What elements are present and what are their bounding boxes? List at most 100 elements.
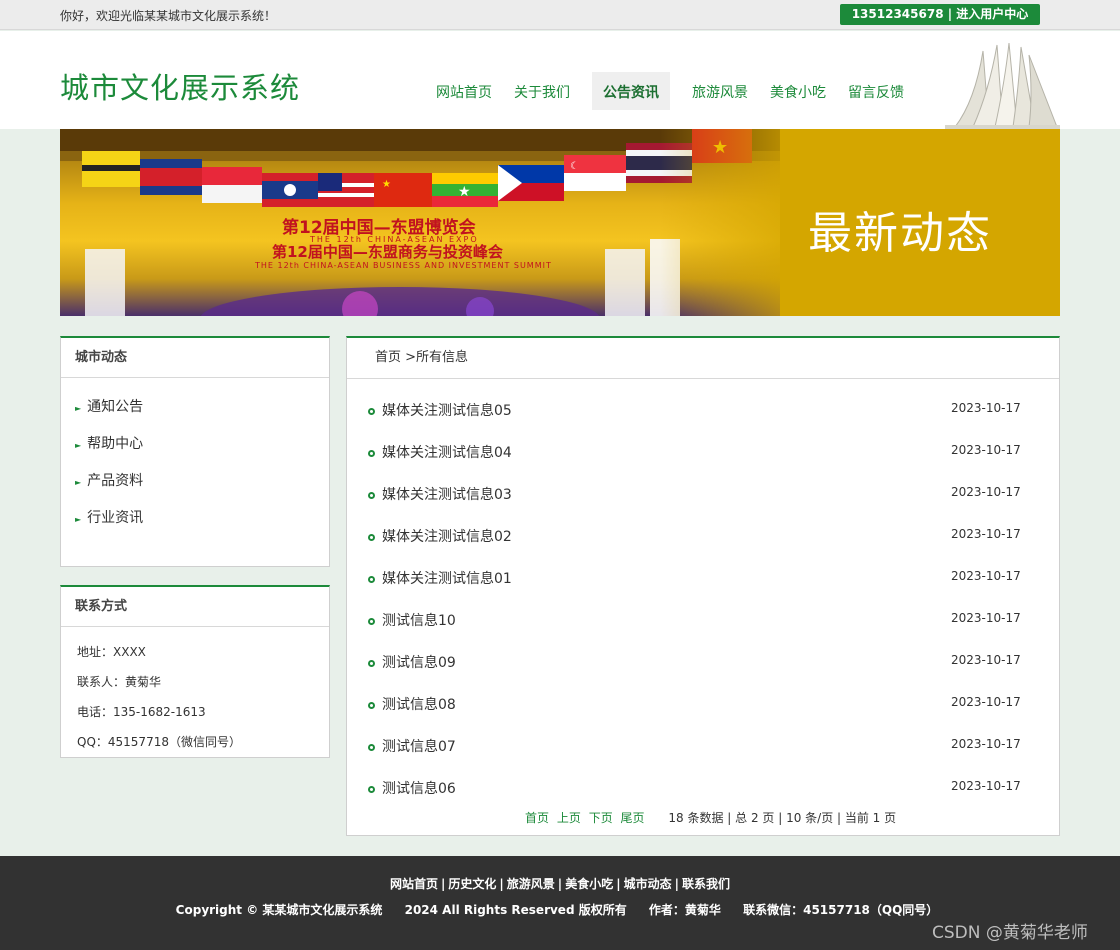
nav-home[interactable]: 网站首页 [425, 72, 503, 110]
pager-info: 18 条数据 | 总 2 页 | 10 条/页 | 当前 1 页 [668, 811, 897, 825]
sidebar-item-notices[interactable]: ► 通知公告 [75, 394, 329, 431]
contact-list: 地址：XXXX 联系人：黄菊华 电话：135-1682-1613 QQ：4515… [61, 627, 329, 761]
contact-address: 地址：XXXX [77, 645, 146, 659]
footer-link-history[interactable]: 历史文化 [448, 877, 496, 891]
sidebar-item-label: 帮助中心 [87, 436, 144, 452]
contact-phone: 电话：135-1682-1613 [77, 705, 206, 719]
footer-link-dynamics[interactable]: 城市动态 [624, 877, 672, 891]
svg-text:★: ★ [458, 184, 471, 200]
bullet-icon [368, 786, 375, 793]
news-date: 2023-10-17 [951, 695, 1021, 709]
contact-panel: 联系方式 地址：XXXX 联系人：黄菊华 电话：135-1682-1613 QQ… [60, 585, 330, 758]
breadcrumb: 首页 >所有信息 [347, 338, 1059, 379]
user-center-button[interactable]: 13512345678 | 进入用户中心 [840, 4, 1040, 25]
pagination: 首页 上页 下页 尾页 18 条数据 | 总 2 页 | 10 条/页 | 当前… [525, 809, 896, 826]
news-item[interactable]: 媒体关注测试信息03 2023-10-17 [367, 484, 1027, 526]
contact-qq: QQ：45157718（微信同号） [77, 735, 241, 749]
arrow-icon: ► [75, 404, 82, 413]
site-footer: 网站首页 | 历史文化 | 旅游风景 | 美食小吃 | 城市动态 | 联系我们 Copyright … [0, 856, 1120, 950]
sidebar-item-products[interactable]: ► 产品资料 [75, 468, 329, 505]
dynamics-title: 城市动态 [61, 338, 329, 378]
sidebar-item-help[interactable]: ► 帮助中心 [75, 431, 329, 468]
bullet-icon [368, 618, 375, 625]
news-title[interactable]: 媒体关注测试信息04 [382, 442, 512, 462]
news-date: 2023-10-17 [951, 611, 1021, 625]
csdn-watermark: CSDN @黄菊华老师 [932, 923, 1088, 943]
arrow-icon: ► [75, 478, 82, 487]
bullet-icon [368, 702, 375, 709]
news-item[interactable]: 媒体关注测试信息04 2023-10-17 [367, 442, 1027, 484]
news-date: 2023-10-17 [951, 653, 1021, 667]
news-title[interactable]: 测试信息10 [382, 610, 456, 630]
news-item[interactable]: 媒体关注测试信息05 2023-10-17 [367, 400, 1027, 442]
news-item[interactable]: 媒体关注测试信息01 2023-10-17 [367, 568, 1027, 610]
sidebar-item-label: 通知公告 [87, 399, 144, 415]
news-date: 2023-10-17 [951, 779, 1021, 793]
nav-news[interactable]: 公告资讯 [592, 72, 670, 110]
news-date: 2023-10-17 [951, 443, 1021, 457]
footer-link-contact[interactable]: 联系我们 [682, 877, 730, 891]
bullet-icon [368, 450, 375, 457]
footer-link-travel[interactable]: 旅游风景 [507, 877, 555, 891]
pager-first[interactable]: 首页 [525, 811, 549, 825]
footer-links: 网站首页 | 历史文化 | 旅游风景 | 美食小吃 | 城市动态 | 联系我们 [0, 875, 1120, 892]
news-item[interactable]: 测试信息08 2023-10-17 [367, 694, 1027, 736]
pager-next[interactable]: 下页 [589, 811, 613, 825]
news-title[interactable]: 媒体关注测试信息02 [382, 526, 512, 546]
footer-separator: | [616, 877, 621, 891]
news-panel: 首页 >所有信息 媒体关注测试信息05 2023-10-17 媒体关注测试信息04… [346, 336, 1060, 836]
news-date: 2023-10-17 [951, 527, 1021, 541]
news-title[interactable]: 测试信息06 [382, 778, 456, 798]
contact-title: 联系方式 [61, 587, 329, 627]
svg-text:★: ★ [382, 179, 391, 190]
nav-about[interactable]: 关于我们 [503, 72, 581, 110]
nav-feedback[interactable]: 留言反馈 [837, 72, 915, 110]
banner-title: 最新动态 [808, 208, 992, 259]
bullet-icon [368, 408, 375, 415]
svg-text:☾: ☾ [570, 161, 579, 172]
sidebar-item-label: 行业资讯 [87, 510, 144, 526]
footer-separator: | [674, 877, 679, 891]
news-date: 2023-10-17 [951, 569, 1021, 583]
footer-separator: | [557, 877, 563, 891]
news-item[interactable]: 媒体关注测试信息02 2023-10-17 [367, 526, 1027, 568]
footer-copyright: Copyright © 某某城市文化展示系统 2024 All Rights R… [0, 901, 1114, 918]
footer-link-food[interactable]: 美食小吃 [565, 877, 613, 891]
footer-separator: | [440, 877, 446, 891]
footer-separator: | [499, 877, 504, 891]
news-title[interactable]: 媒体关注测试信息03 [382, 484, 512, 504]
arrow-icon: ► [75, 441, 82, 450]
bullet-icon [368, 744, 375, 751]
landmark-building-image [945, 42, 1060, 129]
news-date: 2023-10-17 [951, 485, 1021, 499]
dynamics-list: ► 通知公告 ► 帮助中心 ► 产品资料 ► 行业资讯 [61, 378, 329, 542]
news-title[interactable]: 测试信息07 [382, 736, 456, 756]
pager-prev[interactable]: 上页 [557, 811, 581, 825]
nav-travel[interactable]: 旅游风景 [681, 72, 759, 110]
wechat-text: 联系微信：45157718（QQ同号） [743, 903, 939, 917]
news-title[interactable]: 媒体关注测试信息05 [382, 400, 512, 420]
arrow-icon: ► [75, 515, 82, 524]
news-list: 媒体关注测试信息05 2023-10-17 媒体关注测试信息04 2023-10-1… [367, 400, 1027, 820]
contact-person: 联系人：黄菊华 [77, 675, 162, 689]
bullet-icon [368, 576, 375, 583]
news-item[interactable]: 测试信息10 2023-10-17 [367, 610, 1027, 652]
news-title[interactable]: 媒体关注测试信息01 [382, 568, 512, 588]
footer-link-home[interactable]: 网站首页 [390, 877, 438, 891]
sidebar-item-industry[interactable]: ► 行业资讯 [75, 505, 329, 542]
news-item[interactable]: 测试信息09 2023-10-17 [367, 652, 1027, 694]
author-text: 作者：黄菊华 [648, 903, 721, 917]
banner-fade [660, 129, 820, 316]
site-header: 城市文化展示系统 网站首页 关于我们 公告资讯 旅游风景 美食小吃 留言反馈 [0, 31, 1120, 129]
news-title[interactable]: 测试信息08 [382, 694, 456, 714]
bullet-icon [368, 660, 375, 667]
top-bar: 你好，欢迎光临某某城市文化展示系统！ 13512345678 | 进入用户中心 [0, 0, 1120, 30]
copyright-text: Copyright © 某某城市文化展示系统 [175, 903, 383, 917]
sidebar-item-label: 产品资料 [87, 473, 144, 489]
pager-last[interactable]: 尾页 [621, 811, 645, 825]
nav-food[interactable]: 美食小吃 [759, 72, 837, 110]
news-title[interactable]: 测试信息09 [382, 652, 456, 672]
news-item[interactable]: 测试信息07 2023-10-17 [367, 736, 1027, 778]
site-logo[interactable]: 城市文化展示系统 [60, 65, 300, 107]
dynamics-panel: 城市动态 ► 通知公告 ► 帮助中心 ► 产品资料 ► 行业资讯 [60, 336, 330, 567]
